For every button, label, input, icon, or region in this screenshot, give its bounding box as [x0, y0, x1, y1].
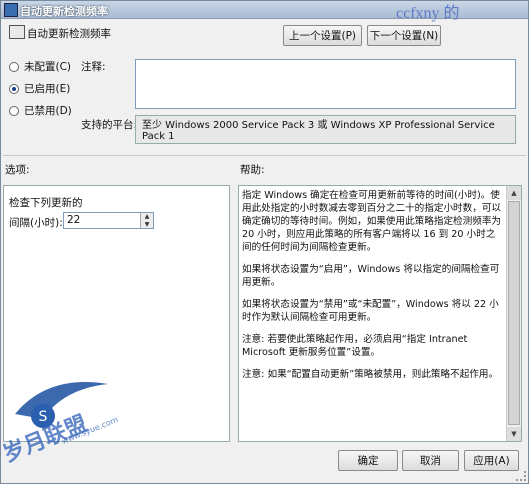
radio-not-configured[interactable]: 未配置(C) — [9, 59, 71, 74]
logo-s-glyph: S — [39, 409, 48, 425]
divider — [3, 155, 526, 156]
watermark-logo: S 岁月联盟 www.syue.com — [3, 382, 120, 468]
next-setting-button[interactable]: 下一个设置(N) — [367, 25, 441, 46]
help-paragraph: 如果将状态设置为“禁用”或“未配置”，Windows 将以 22 小时作为默认间… — [242, 299, 499, 323]
platform-label: 支持的平台: — [81, 119, 138, 131]
comment-label: 注释: — [81, 61, 106, 73]
check-updates-label: 检查下列更新的 — [9, 197, 83, 209]
resize-grip-icon[interactable] — [516, 471, 526, 481]
scroll-thumb[interactable] — [508, 201, 520, 425]
radio-button[interactable] — [9, 61, 19, 72]
help-paragraph: 指定 Windows 确定在检查可用更新前等待的时间(小时)。使用此处指定的小时… — [242, 190, 502, 253]
options-label: 选项: — [5, 164, 30, 176]
prev-setting-button[interactable]: 上一个设置(P) — [283, 25, 362, 46]
interval-label: 间隔(小时): — [9, 217, 63, 229]
radio-label: 已启用(E) — [24, 83, 71, 95]
interval-spinbox[interactable]: 22 ▲ ▼ — [63, 212, 154, 229]
cancel-button[interactable]: 取消 — [402, 450, 459, 471]
interval-value: 22 — [67, 214, 81, 226]
comment-textarea[interactable] — [135, 59, 516, 109]
policy-dialog: 自动更新检测频率 ccfxny 的 自动更新检测频率 上一个设置(P) 下一个设… — [0, 0, 529, 484]
logo-swoosh — [15, 382, 108, 419]
watermark-text: ccfxny 的 — [396, 5, 460, 22]
help-panel: 指定 Windows 确定在检查可用更新前等待的时间(小时)。使用此处指定的小时… — [238, 185, 522, 442]
help-paragraph: 注意: 如果“配置自动更新”策略被禁用，则此策略不起作用。 — [242, 369, 499, 380]
radio-label: 已禁用(D) — [24, 105, 72, 117]
policy-title: 自动更新检测频率 — [27, 28, 111, 40]
spin-arrows[interactable]: ▲ ▼ — [140, 213, 153, 228]
scroll-down-icon[interactable]: ▼ — [507, 427, 521, 441]
help-label: 帮助: — [240, 164, 265, 176]
radio-label: 未配置(C) — [24, 61, 72, 73]
ok-button[interactable]: 确定 — [338, 450, 398, 471]
radio-enabled[interactable]: 已启用(E) — [9, 81, 70, 96]
spin-down-icon[interactable]: ▼ — [141, 221, 153, 229]
window-title: 自动更新检测频率 — [20, 5, 108, 18]
scroll-up-icon[interactable]: ▲ — [507, 186, 521, 200]
radio-disabled[interactable]: 已禁用(D) — [9, 103, 72, 118]
help-scrollbar[interactable]: ▲ ▼ — [506, 186, 521, 441]
app-icon — [4, 3, 18, 17]
apply-button[interactable]: 应用(A) — [464, 450, 519, 471]
help-paragraph: 如果将状态设置为“启用”，Windows 将以指定的间隔检查可用更新。 — [242, 264, 500, 288]
radio-button[interactable] — [9, 105, 19, 116]
spin-up-icon[interactable]: ▲ — [141, 213, 153, 221]
help-paragraph: 注意: 若要使此策略起作用，必须启用“指定 Intranet Microsoft… — [242, 334, 468, 358]
platform-value: 至少 Windows 2000 Service Pack 3 或 Windows… — [135, 115, 516, 144]
radio-button[interactable] — [9, 83, 19, 94]
policy-icon — [9, 25, 25, 39]
help-text: 指定 Windows 确定在检查可用更新前等待的时间(小时)。使用此处指定的小时… — [242, 189, 504, 390]
